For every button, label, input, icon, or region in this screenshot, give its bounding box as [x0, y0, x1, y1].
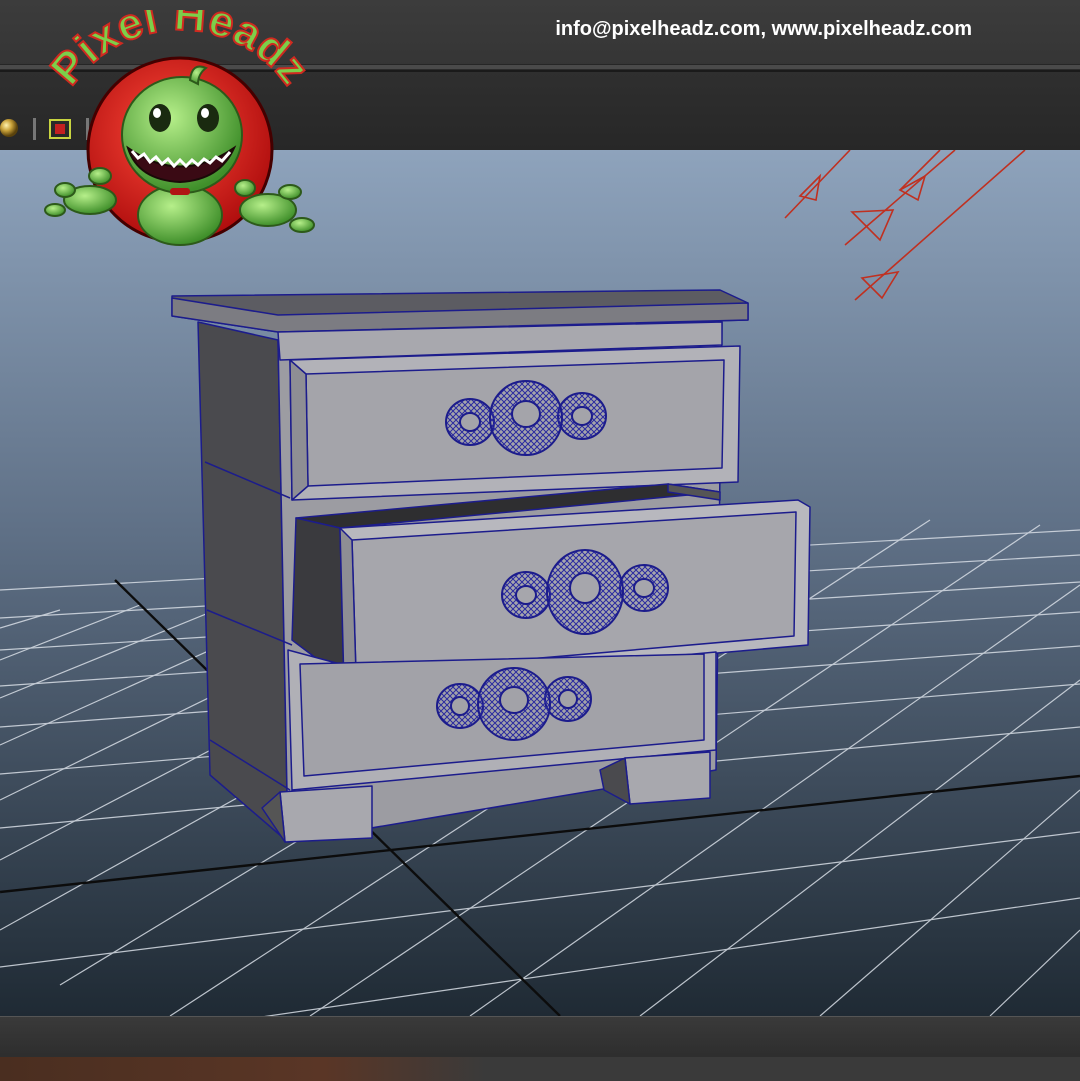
status-strip [0, 1057, 1080, 1081]
status-bar [0, 1016, 1080, 1081]
sphere-light-icon[interactable] [0, 119, 18, 137]
pixel-headz-logo: Pixel Headz [40, 10, 319, 246]
nightstand-model[interactable] [171, 289, 811, 843]
3d-viewport[interactable] [0, 150, 1080, 1016]
viewport-scene [0, 150, 1080, 1016]
contact-info: info@pixelheadz.com, www.pixelheadz.com [555, 18, 972, 40]
